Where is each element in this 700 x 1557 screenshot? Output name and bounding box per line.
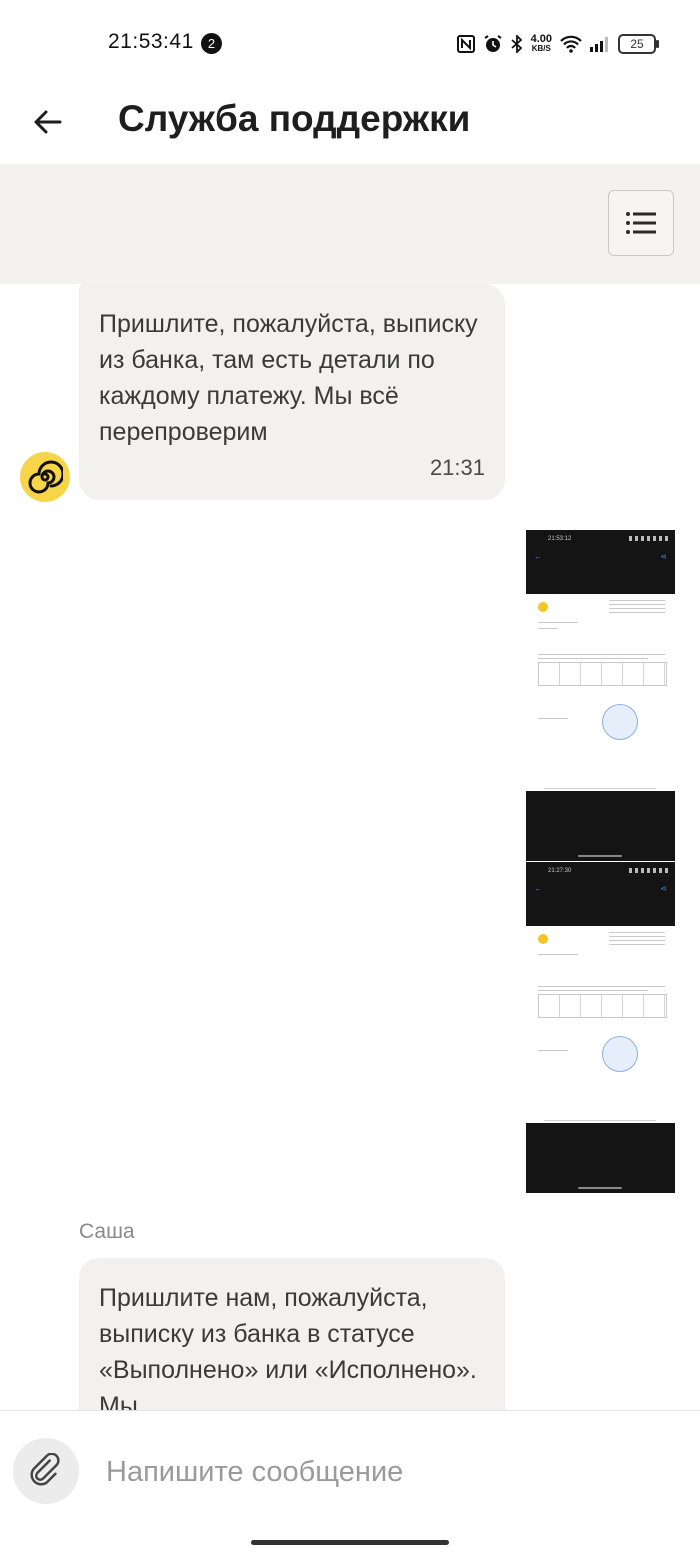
screenshot-share-icon: ⋖ bbox=[660, 552, 667, 561]
arrow-left-icon bbox=[34, 110, 62, 134]
bank-logo-icon bbox=[538, 602, 548, 612]
nfc-icon bbox=[456, 35, 475, 53]
signal-icon bbox=[590, 36, 610, 52]
bluetooth-icon bbox=[510, 35, 523, 53]
screenshot-home-indicator bbox=[578, 855, 622, 857]
document-address-text bbox=[609, 932, 665, 948]
screenshot-back-icon: ← bbox=[534, 552, 542, 561]
menu-button[interactable] bbox=[608, 190, 674, 256]
document-line bbox=[538, 990, 648, 991]
screenshot-time: 21:27:30 bbox=[548, 868, 572, 874]
screenshot-home-indicator bbox=[578, 1187, 622, 1189]
stamp-icon bbox=[602, 704, 638, 740]
document-line bbox=[538, 1050, 568, 1051]
document-line bbox=[538, 654, 665, 655]
app-header: Служба поддержки bbox=[0, 88, 700, 164]
document-line bbox=[538, 622, 578, 623]
attached-screenshot[interactable]: 21:27:30 ← ⋖ bbox=[526, 862, 675, 1193]
back-button[interactable] bbox=[26, 100, 70, 144]
list-menu-icon bbox=[626, 212, 656, 234]
status-bar: 21:53:41 2 4.00 KB/S 25 bbox=[0, 0, 700, 88]
screenshot-header: 21:53:12 ← ⋖ bbox=[526, 530, 675, 594]
document-line bbox=[538, 718, 568, 719]
page-title: Служба поддержки bbox=[118, 98, 471, 139]
home-indicator[interactable] bbox=[251, 1540, 449, 1545]
notification-count-badge: 2 bbox=[201, 33, 222, 54]
chat-messages[interactable]: Пришлите, пожалуйста, выписку из банка, … bbox=[0, 284, 700, 1410]
battery-icon: 25 bbox=[618, 34, 659, 54]
document-line bbox=[538, 658, 648, 659]
message-time: 21:31 bbox=[429, 455, 485, 480]
document-line bbox=[538, 628, 558, 629]
screenshot-header: 21:27:30 ← ⋖ bbox=[526, 862, 675, 926]
screenshot-share-icon: ⋖ bbox=[660, 884, 667, 893]
sender-name: Саша bbox=[79, 1220, 135, 1243]
document-address-text bbox=[609, 600, 665, 616]
network-speed: 4.00 KB/S bbox=[531, 34, 552, 54]
spiral-logo-icon bbox=[28, 460, 63, 494]
alarm-icon bbox=[483, 34, 503, 54]
screenshot-navbar bbox=[526, 791, 675, 861]
screenshot-status-icons bbox=[629, 868, 669, 873]
network-speed-unit: KB/S bbox=[531, 44, 551, 53]
chat-toolbar bbox=[0, 164, 700, 284]
bank-logo-icon bbox=[538, 934, 548, 944]
document-table bbox=[538, 662, 667, 686]
message-input[interactable] bbox=[104, 1443, 668, 1501]
wifi-icon bbox=[560, 35, 582, 53]
support-message-bubble: Пришлите, пожалуйста, выписку из банка, … bbox=[79, 284, 505, 500]
stamp-icon bbox=[602, 1036, 638, 1072]
status-time: 21:53:41 bbox=[108, 30, 194, 53]
paperclip-icon bbox=[30, 1453, 60, 1486]
attached-screenshot[interactable]: 21:53:12 ← ⋖ bbox=[526, 530, 675, 861]
screenshot-navbar bbox=[526, 1123, 675, 1193]
document-table bbox=[538, 994, 667, 1018]
screenshot-back-icon: ← bbox=[534, 884, 542, 893]
support-message-bubble: Пришлите нам, пожалуйста, выписку из бан… bbox=[79, 1258, 505, 1410]
document-line bbox=[538, 986, 665, 987]
status-icons: 4.00 KB/S 25 bbox=[456, 30, 659, 58]
message-text: Пришлите, пожалуйста, выписку из банка, … bbox=[99, 310, 478, 446]
attach-button[interactable] bbox=[13, 1438, 79, 1504]
screenshot-status-icons bbox=[629, 536, 669, 541]
message-text: Пришлите нам, пожалуйста, выписку из бан… bbox=[99, 1284, 477, 1410]
message-composer bbox=[0, 1410, 700, 1557]
document-line bbox=[538, 954, 578, 955]
screenshot-time: 21:53:12 bbox=[548, 536, 572, 542]
support-avatar bbox=[20, 452, 70, 502]
